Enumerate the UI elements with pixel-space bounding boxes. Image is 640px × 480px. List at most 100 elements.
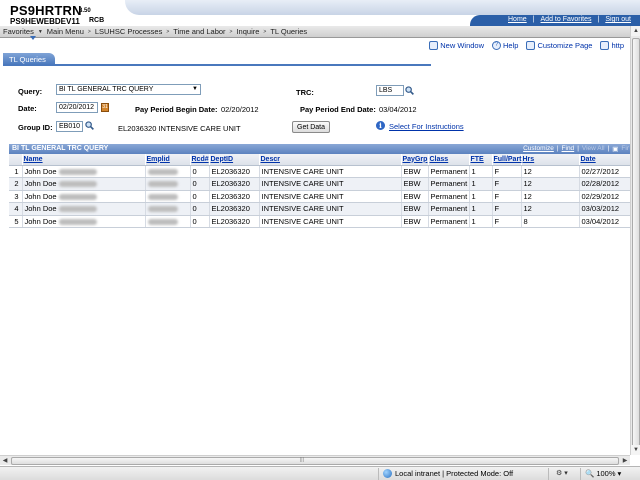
redacted-emplid: [147, 206, 178, 213]
grid-customize-link[interactable]: Customize: [523, 145, 554, 153]
column-header-deptid[interactable]: DeptID: [209, 154, 260, 166]
scroll-down-icon[interactable]: ▼: [631, 445, 640, 455]
column-header-hrs[interactable]: Hrs: [521, 154, 580, 166]
cell-fte: 1: [469, 165, 493, 178]
table-row: 2 John Doe 0 EL2036320 INTENSIVE CARE UN…: [9, 177, 632, 191]
horizontal-scrollbar[interactable]: ◀ ||| ▶: [0, 455, 630, 465]
instructions-link[interactable]: Select For Instructions: [389, 122, 464, 131]
scroll-left-icon[interactable]: ◀: [0, 456, 10, 466]
cell-full-part: F: [492, 165, 522, 178]
scroll-right-icon[interactable]: ▶: [620, 456, 630, 466]
column-header-date[interactable]: Date: [579, 154, 632, 166]
help-label: Help: [503, 41, 519, 50]
cell-hrs: 12: [521, 177, 580, 191]
header: PS9HRTRN 8.50 PS9HEWEBDEV11 RCB Home | A…: [0, 0, 640, 28]
get-data-button[interactable]: Get Data: [292, 121, 331, 133]
home-link[interactable]: Home: [508, 16, 527, 23]
cell-emplid: [145, 190, 191, 203]
cell-deptid: EL2036320: [209, 202, 260, 216]
column-header-fte[interactable]: FTE: [469, 154, 493, 166]
menu-tl-queries[interactable]: TL Queries: [270, 27, 307, 36]
security-zone: Local intranet | Protected Mode: Off: [383, 469, 513, 478]
menu-arrow-icon: >: [263, 28, 267, 35]
cell-name: John Doe: [22, 165, 146, 178]
protected-mode-icon[interactable]: ⚙ ▾: [556, 469, 568, 477]
cell-emplid: [145, 165, 191, 178]
cell-hrs: 12: [521, 190, 580, 203]
sign-out-link[interactable]: Sign out: [605, 16, 631, 23]
zoom-control[interactable]: 🔍 100% ▾: [585, 469, 621, 478]
pay-period-end-value: 03/04/2012: [379, 105, 417, 114]
column-header-rcd[interactable]: Rcd#: [190, 154, 210, 166]
customize-page-link[interactable]: Customize Page: [526, 41, 592, 50]
http-label: http: [611, 41, 624, 50]
cell-class: Permanent: [428, 202, 470, 216]
link-separator: |: [532, 16, 535, 23]
cell-hrs: 12: [521, 202, 580, 216]
row-number: 3: [9, 190, 23, 203]
cell-name-text: John Doe: [24, 191, 57, 201]
chevron-down-icon: ▼: [192, 86, 198, 92]
query-label: Query:: [18, 87, 43, 96]
scroll-up-icon[interactable]: ▲: [631, 26, 640, 36]
horizontal-scroll-thumb[interactable]: [11, 457, 619, 465]
customize-page-label: Customize Page: [537, 41, 593, 50]
system-name: PS9HRTRN: [10, 3, 82, 18]
group-id-lookup-icon[interactable]: [85, 121, 94, 130]
grid-download-icon[interactable]: ▣: [612, 145, 618, 153]
header-links: Home | Add to Favorites | Sign out: [508, 16, 631, 23]
menu-lsuhsc-processes[interactable]: LSUHSC Processes: [95, 27, 163, 36]
trc-input[interactable]: LBS: [376, 85, 404, 96]
zoom-level: 100%: [596, 469, 616, 478]
breadcrumb: Favorites ▼ Main Menu > LSUHSC Processes…: [0, 26, 640, 40]
redacted-emplid: [147, 218, 178, 225]
new-window-link[interactable]: New Window: [429, 41, 484, 50]
column-header-emplid[interactable]: Emplid: [145, 154, 191, 166]
help-link[interactable]: ? Help: [492, 41, 518, 50]
grid-find-link[interactable]: Find: [562, 145, 575, 153]
vertical-scrollbar[interactable]: ▲ ▼: [630, 26, 640, 455]
http-icon: [600, 41, 610, 50]
grid-view-all-link[interactable]: View All: [582, 145, 605, 153]
group-description: EL2036320 INTENSIVE CARE UNIT: [118, 124, 241, 133]
menu-time-and-labor[interactable]: Time and Labor: [173, 27, 225, 36]
cell-paygrp: EBW: [401, 202, 429, 216]
grid-first-link[interactable]: Fir: [621, 145, 629, 153]
menu-inquire[interactable]: Inquire: [236, 27, 259, 36]
cell-fte: 1: [469, 177, 493, 191]
cell-date: 02/27/2012: [579, 165, 632, 178]
row-number: 2: [9, 177, 23, 191]
row-number: 4: [9, 202, 23, 216]
vertical-scroll-thumb[interactable]: [632, 38, 640, 448]
cell-rcd: 0: [190, 215, 210, 228]
column-header-class[interactable]: Class: [428, 154, 470, 166]
add-to-favorites-link[interactable]: Add to Favorites: [541, 16, 592, 23]
cell-class: Permanent: [428, 215, 470, 228]
menu-favorites[interactable]: Favorites: [3, 27, 34, 36]
date-input[interactable]: 02/20/2012: [56, 102, 98, 113]
menu-marker-icon: [30, 36, 36, 40]
cell-deptid: EL2036320: [209, 215, 260, 228]
user-id: RCB: [89, 17, 105, 24]
trc-label: TRC:: [296, 88, 314, 97]
cell-class: Permanent: [428, 190, 470, 203]
table-row: 5 John Doe 0 EL2036320 INTENSIVE CARE UN…: [9, 215, 632, 228]
cell-name: John Doe: [22, 202, 146, 216]
cell-deptid: EL2036320: [209, 177, 260, 191]
row-number: 1: [9, 165, 23, 178]
calendar-icon[interactable]: 31: [101, 103, 109, 112]
column-header-paygrp[interactable]: PayGrp: [401, 154, 429, 166]
grid-title-bar: BI TL GENERAL TRC QUERY Customize | Find…: [9, 144, 631, 154]
group-id-label: Group ID:: [18, 123, 53, 132]
redacted-emplid: [147, 168, 178, 175]
pay-period-end-label: Pay Period End Date:: [300, 105, 376, 114]
menu-main-menu[interactable]: Main Menu: [47, 27, 84, 36]
query-select[interactable]: BI TL GENERAL TRC QUERY ▼: [56, 84, 201, 95]
column-header-descr[interactable]: Descr: [259, 154, 402, 166]
column-header-name[interactable]: Name: [22, 154, 146, 166]
cell-emplid: [145, 202, 191, 216]
http-link[interactable]: http: [600, 41, 624, 50]
column-header-full-part[interactable]: Full/Part: [492, 154, 522, 166]
trc-lookup-icon[interactable]: [405, 86, 414, 95]
group-id-input[interactable]: EB010: [56, 121, 83, 132]
